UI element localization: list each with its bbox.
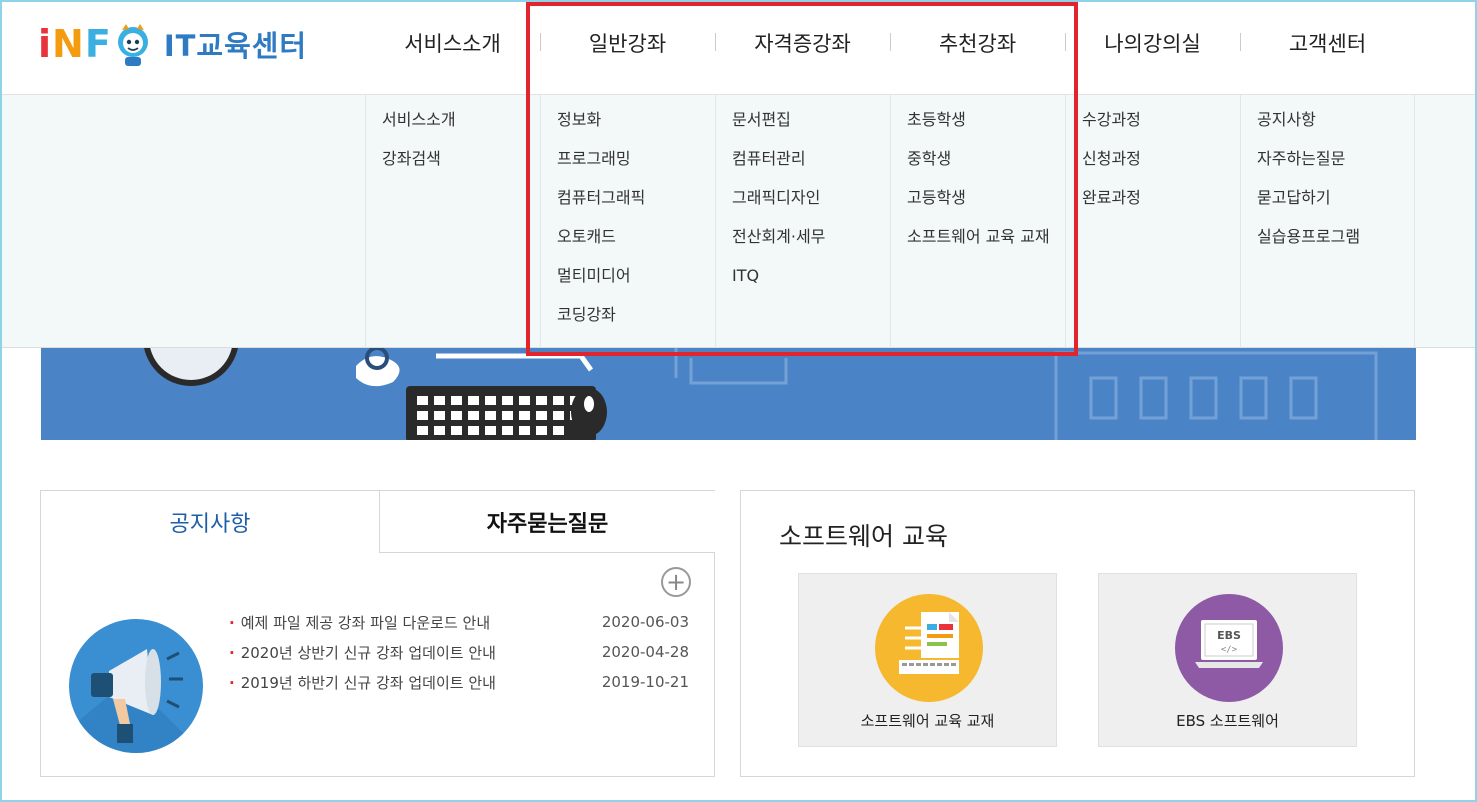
notice-item[interactable]: 예제 파일 제공 강좌 파일 다운로드 안내 2020-06-03	[229, 607, 689, 637]
submenu-service: 서비스소개 강좌검색	[365, 95, 540, 348]
submenu-item[interactable]: 문서편집	[732, 109, 890, 148]
submenu-item[interactable]: 오토캐드	[557, 226, 715, 265]
logo-letter-n: N	[52, 22, 85, 66]
logo-letters: i N F	[38, 22, 152, 66]
more-button[interactable]: +	[661, 567, 691, 597]
software-panel-title: 소프트웨어 교육	[779, 522, 948, 551]
submenu-item[interactable]: 그래픽디자인	[732, 187, 890, 226]
notice-title: 2019년 하반기 신규 강좌 업데이트 안내	[229, 672, 496, 693]
submenu-item[interactable]: 묻고답하기	[1257, 187, 1414, 226]
notice-title: 2020년 상반기 신규 강좌 업데이트 안내	[229, 642, 496, 663]
header: i N F IT교육센터 서비스소개 일반강좌 자격증강좌 추천강좌 나의강의실…	[0, 0, 1477, 95]
mega-menu: 서비스소개 강좌검색 정보화 프로그래밍 컴퓨터그래픽 오토캐드 멀티미디어 코…	[0, 95, 1477, 348]
submenu-item[interactable]: 공지사항	[1257, 109, 1414, 148]
notice-title: 예제 파일 제공 강좌 파일 다운로드 안내	[229, 612, 490, 633]
nav-certificate-course[interactable]: 자격증강좌	[715, 0, 890, 86]
main-banner	[41, 348, 1416, 440]
notice-date: 2019-10-21	[601, 673, 689, 691]
submenu-item[interactable]: 완료과정	[1082, 187, 1240, 226]
submenu-item[interactable]: 멀티미디어	[557, 265, 715, 304]
ebs-software-card[interactable]: EBS </> EBS 소프트웨어	[1098, 573, 1357, 747]
software-panel: 소프트웨어 교육 소프트웨어 교육 교재 EBS </> EBS 소프트웨어	[740, 490, 1415, 777]
megaphone-icon	[69, 619, 203, 753]
notice-item[interactable]: 2019년 하반기 신규 강좌 업데이트 안내 2019-10-21	[229, 667, 689, 697]
submenu-item[interactable]: 컴퓨터그래픽	[557, 187, 715, 226]
tab-faq[interactable]: 자주묻는질문	[379, 491, 715, 553]
nav-my-classroom[interactable]: 나의강의실	[1065, 0, 1240, 86]
logo-letter-f: F	[84, 22, 112, 66]
ebs-badge-text: EBS	[1217, 629, 1241, 642]
banner-illustration	[144, 348, 1378, 440]
notice-panel: 공지사항 자주묻는질문 + 예제 파일 제공 강좌 파일 다운로드 안내 202…	[40, 490, 715, 777]
notice-date: 2020-06-03	[601, 613, 689, 631]
sw-card-label: EBS 소프트웨어	[1176, 712, 1279, 730]
notice-item[interactable]: 2020년 상반기 신규 강좌 업데이트 안내 2020-04-28	[229, 637, 689, 667]
logo-letter-i: i	[38, 22, 53, 66]
submenu-general: 정보화 프로그래밍 컴퓨터그래픽 오토캐드 멀티미디어 코딩강좌	[540, 95, 715, 348]
nav-general-course[interactable]: 일반강좌	[540, 0, 715, 86]
notice-list: 예제 파일 제공 강좌 파일 다운로드 안내 2020-06-03 2020년 …	[229, 607, 689, 697]
submenu-item[interactable]: ITQ	[732, 265, 890, 304]
submenu-item[interactable]: 초등학생	[907, 109, 1065, 148]
submenu-item[interactable]: 전산회계·세무	[732, 226, 890, 265]
submenu-recommend: 초등학생 중학생 고등학생 소프트웨어 교육 교재	[890, 95, 1065, 348]
submenu-item[interactable]: 소프트웨어 교육 교재	[907, 226, 1065, 265]
logo-text: IT교육센터	[163, 29, 308, 63]
submenu-item[interactable]: 신청과정	[1082, 148, 1240, 187]
notice-date: 2020-04-28	[601, 643, 689, 661]
main-nav: 서비스소개 일반강좌 자격증강좌 추천강좌 나의강의실 고객센터	[365, 0, 1415, 95]
laptop-icon: EBS </>	[1175, 594, 1283, 702]
submenu-item[interactable]: 컴퓨터관리	[732, 148, 890, 187]
sw-textbook-card[interactable]: 소프트웨어 교육 교재	[798, 573, 1057, 747]
submenu-item[interactable]: 자주하는질문	[1257, 148, 1414, 187]
submenu-item[interactable]: 서비스소개	[382, 109, 540, 148]
sw-card-label: 소프트웨어 교육 교재	[860, 712, 995, 730]
submenu-item[interactable]: 강좌검색	[382, 148, 540, 187]
code-symbol-text: </>	[1221, 645, 1238, 655]
submenu-myroom: 수강과정 신청과정 완료과정	[1065, 95, 1240, 348]
logo[interactable]: i N F IT교육센터	[38, 20, 307, 68]
nav-recommended-course[interactable]: 추천강좌	[890, 0, 1065, 86]
textbook-icon	[875, 594, 983, 702]
nav-customer-center[interactable]: 고객센터	[1240, 0, 1415, 86]
submenu-item[interactable]: 고등학생	[907, 187, 1065, 226]
mascot-icon	[114, 22, 152, 66]
submenu-cert: 문서편집 컴퓨터관리 그래픽디자인 전산회계·세무 ITQ	[715, 95, 890, 348]
submenu-item[interactable]: 정보화	[557, 109, 715, 148]
submenu-item[interactable]: 수강과정	[1082, 109, 1240, 148]
submenu-item[interactable]: 중학생	[907, 148, 1065, 187]
submenu-item[interactable]: 코딩강좌	[557, 304, 715, 343]
submenu-item[interactable]: 프로그래밍	[557, 148, 715, 187]
nav-service[interactable]: 서비스소개	[365, 0, 540, 86]
submenu-item[interactable]: 실습용프로그램	[1257, 226, 1414, 265]
submenu-support: 공지사항 자주하는질문 묻고답하기 실습용프로그램	[1240, 95, 1415, 348]
tab-notice[interactable]: 공지사항	[41, 491, 379, 553]
